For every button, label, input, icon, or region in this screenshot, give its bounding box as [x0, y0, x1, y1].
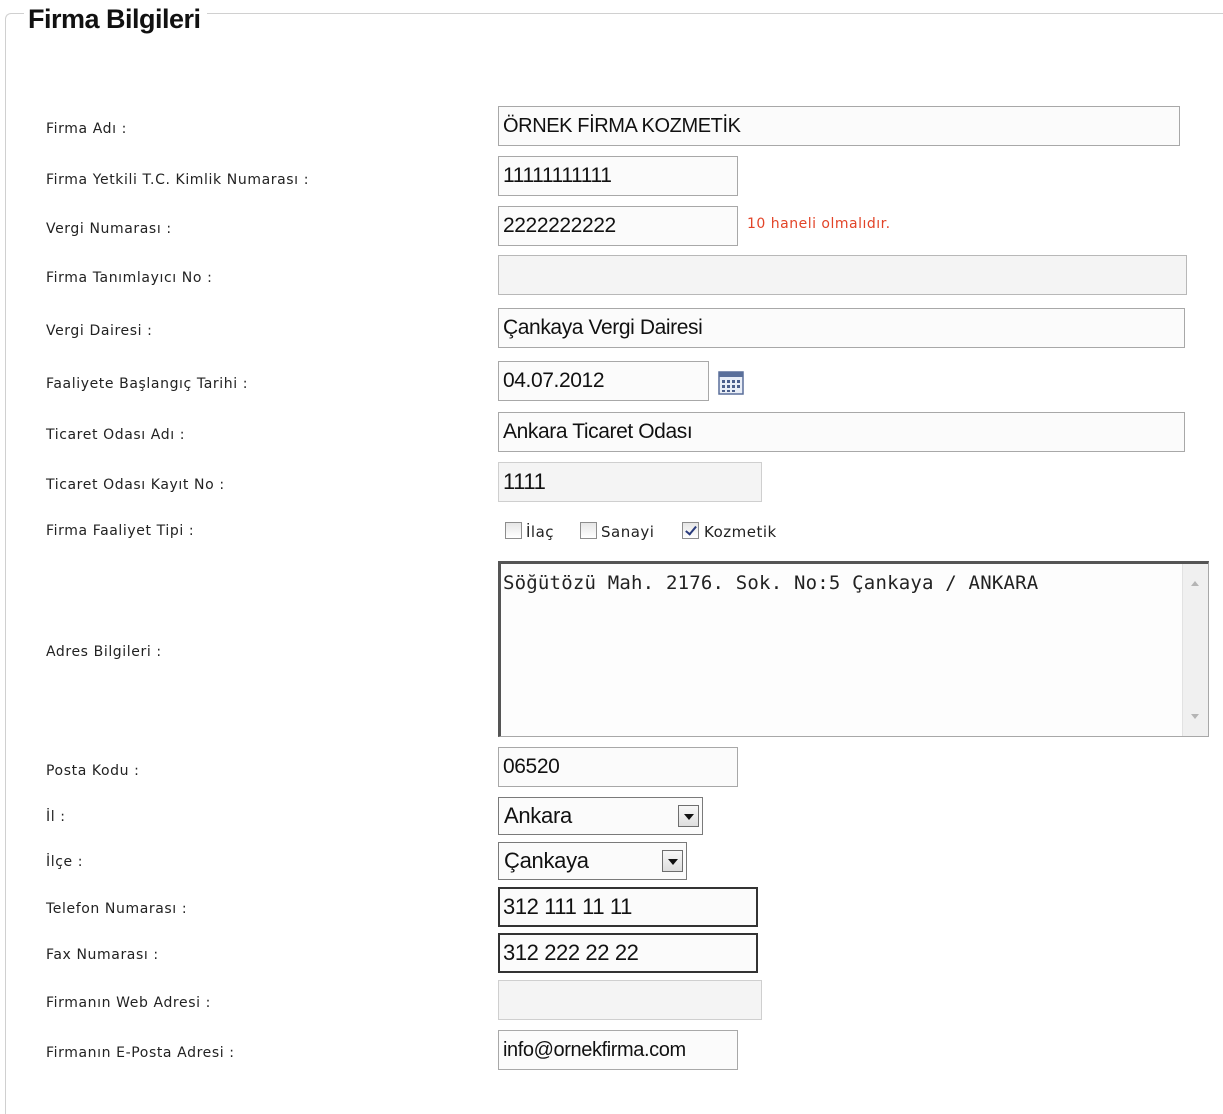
ilac-checkbox-label: İlaç [526, 523, 555, 541]
vergi-no-input[interactable]: 2222222222 [498, 206, 738, 246]
sanayi-checkbox[interactable] [580, 522, 597, 539]
il-label: İl : [46, 809, 66, 825]
tc-kimlik-label: Firma Yetkili T.C. Kimlik Numarası : [46, 172, 310, 188]
firma-adi-label: Firma Adı : [46, 121, 127, 137]
adres-text: Söğütözü Mah. 2176. Sok. No:5 Çankaya / … [503, 572, 1039, 594]
kozmetik-checkbox[interactable] [682, 522, 699, 539]
vergi-dairesi-label: Vergi Dairesi : [46, 323, 153, 339]
scroll-up-icon[interactable] [1191, 581, 1199, 586]
kozmetik-checkbox-label: Kozmetik [704, 523, 777, 541]
firma-adi-input[interactable]: ÖRNEK FİRMA KOZMETİK [498, 106, 1180, 146]
web-adresi-label: Firmanın Web Adresi : [46, 995, 211, 1011]
telefon-input[interactable]: 312 111 11 11 [498, 887, 758, 927]
vergi-dairesi-input[interactable]: Çankaya Vergi Dairesi [498, 308, 1185, 348]
vergi-no-validation: 10 haneli olmalıdır. [747, 216, 891, 232]
fax-input[interactable]: 312 222 22 22 [498, 933, 758, 973]
ticaret-odasi-label: Ticaret Odası Adı : [46, 427, 186, 443]
ilce-label: İlçe : [46, 854, 84, 870]
vergi-no-label: Vergi Numarası : [46, 221, 172, 237]
adres-label: Adres Bilgileri : [46, 644, 162, 660]
calendar-icon[interactable] [718, 370, 744, 396]
sanayi-checkbox-label: Sanayi [601, 523, 655, 541]
tc-kimlik-input[interactable]: 11111111111 [498, 156, 738, 196]
baslangic-tarihi-label: Faaliyete Başlangıç Tarihi : [46, 376, 249, 392]
tanimlayici-no-label: Firma Tanımlayıcı No : [46, 270, 213, 286]
telefon-label: Telefon Numarası : [46, 901, 188, 917]
tanimlayici-no-input[interactable] [498, 255, 1187, 295]
ilce-select-value: Çankaya [504, 848, 589, 873]
ilac-checkbox[interactable] [505, 522, 522, 539]
eposta-input[interactable]: info@ornekfirma.com [498, 1030, 738, 1070]
section-title: Firma Bilgileri [24, 2, 207, 36]
web-adresi-input[interactable] [498, 980, 762, 1020]
eposta-label: Firmanın E-Posta Adresi : [46, 1045, 235, 1061]
adres-textarea[interactable]: Söğütözü Mah. 2176. Sok. No:5 Çankaya / … [498, 561, 1209, 737]
chevron-down-icon[interactable] [662, 850, 683, 872]
faaliyet-tipi-label: Firma Faaliyet Tipi : [46, 523, 195, 539]
posta-kodu-label: Posta Kodu : [46, 763, 140, 779]
textarea-scrollbar[interactable] [1182, 564, 1208, 736]
ticaret-kayit-input[interactable]: 1111 [498, 462, 762, 502]
scroll-down-icon[interactable] [1191, 714, 1199, 719]
ticaret-odasi-input[interactable]: Ankara Ticaret Odası [498, 412, 1185, 452]
posta-kodu-input[interactable]: 06520 [498, 747, 738, 787]
il-select[interactable]: Ankara [498, 797, 703, 835]
fax-label: Fax Numarası : [46, 947, 159, 963]
ilce-select[interactable]: Çankaya [498, 842, 687, 880]
chevron-down-icon[interactable] [678, 805, 699, 827]
il-select-value: Ankara [504, 803, 572, 828]
baslangic-tarihi-input[interactable]: 04.07.2012 [498, 361, 709, 401]
ticaret-kayit-label: Ticaret Odası Kayıt No : [46, 477, 225, 493]
